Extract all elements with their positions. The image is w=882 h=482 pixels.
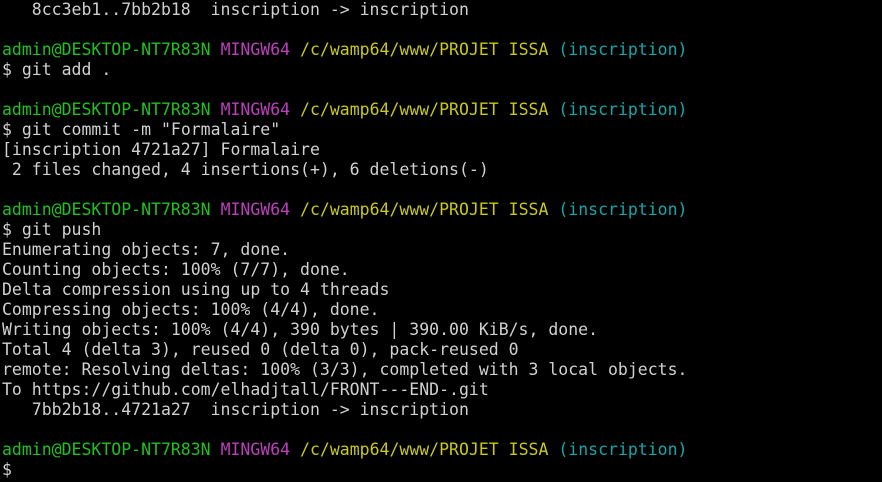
prompt-branch: (inscription) [558,200,688,219]
command-text: git add . [21,60,112,79]
prompt-system: MINGW64 [220,200,291,219]
prompt-path: /c/wamp64/www/PROJET ISSA [300,440,549,459]
command-input-line[interactable]: $ [2,460,882,480]
shell-prompt: admin@DESKTOP-NT7R83N MINGW64 /c/wamp64/… [2,100,882,120]
terminal-output-line: Counting objects: 100% (7/7), done. [2,260,350,279]
terminal-output-line: 7bb2b18..4721a27 inscription -> inscript… [2,400,469,419]
terminal-output-line: Enumerating objects: 7, done. [2,240,291,259]
command-line: $ git push [2,220,882,240]
prompt-user-host: admin@DESKTOP-NT7R83N [2,200,211,219]
terminal-window[interactable]: 8cc3eb1..7bb2b18 inscription -> inscript… [0,0,882,482]
prompt-user-host: admin@DESKTOP-NT7R83N [2,40,211,59]
shell-prompt: admin@DESKTOP-NT7R83N MINGW64 /c/wamp64/… [2,440,882,460]
prompt-path: /c/wamp64/www/PROJET ISSA [300,200,549,219]
prompt-symbol: $ [2,60,12,79]
prompt-path: /c/wamp64/www/PROJET ISSA [300,100,549,119]
command-line: $ git add . [2,60,882,80]
command-text: git commit -m "Formalaire" [21,120,281,139]
prompt-branch: (inscription) [558,40,688,59]
prompt-symbol: $ [2,220,12,239]
terminal-output-line: Delta compression using up to 4 threads [2,280,390,299]
terminal-output-line: To https://github.com/elhadjtall/FRONT--… [2,380,489,399]
terminal-output-line: remote: Resolving deltas: 100% (3/3), co… [2,360,688,379]
terminal-output-line: 2 files changed, 4 insertions(+), 6 dele… [2,160,489,179]
command-line: $ git commit -m "Formalaire" [2,120,882,140]
prompt-user-host: admin@DESKTOP-NT7R83N [2,440,211,459]
prompt-system: MINGW64 [220,440,291,459]
prompt-branch: (inscription) [558,440,688,459]
prompt-path: /c/wamp64/www/PROJET ISSA [300,40,549,59]
shell-prompt: admin@DESKTOP-NT7R83N MINGW64 /c/wamp64/… [2,200,882,220]
terminal-output-line: [inscription 4721a27] Formalaire [2,140,320,159]
prompt-user-host: admin@DESKTOP-NT7R83N [2,100,211,119]
prompt-symbol: $ [2,460,12,479]
terminal-output-line: Writing objects: 100% (4/4), 390 bytes |… [2,320,599,339]
terminal-output-line: 8cc3eb1..7bb2b18 inscription -> inscript… [2,0,469,19]
prompt-system: MINGW64 [220,100,291,119]
prompt-symbol: $ [2,120,12,139]
shell-prompt: admin@DESKTOP-NT7R83N MINGW64 /c/wamp64/… [2,40,882,60]
terminal-output-line: Total 4 (delta 3), reused 0 (delta 0), p… [2,340,519,359]
prompt-branch: (inscription) [558,100,688,119]
command-text: git push [21,220,102,239]
terminal-output-line: Compressing objects: 100% (4/4), done. [2,300,380,319]
prompt-system: MINGW64 [220,40,291,59]
